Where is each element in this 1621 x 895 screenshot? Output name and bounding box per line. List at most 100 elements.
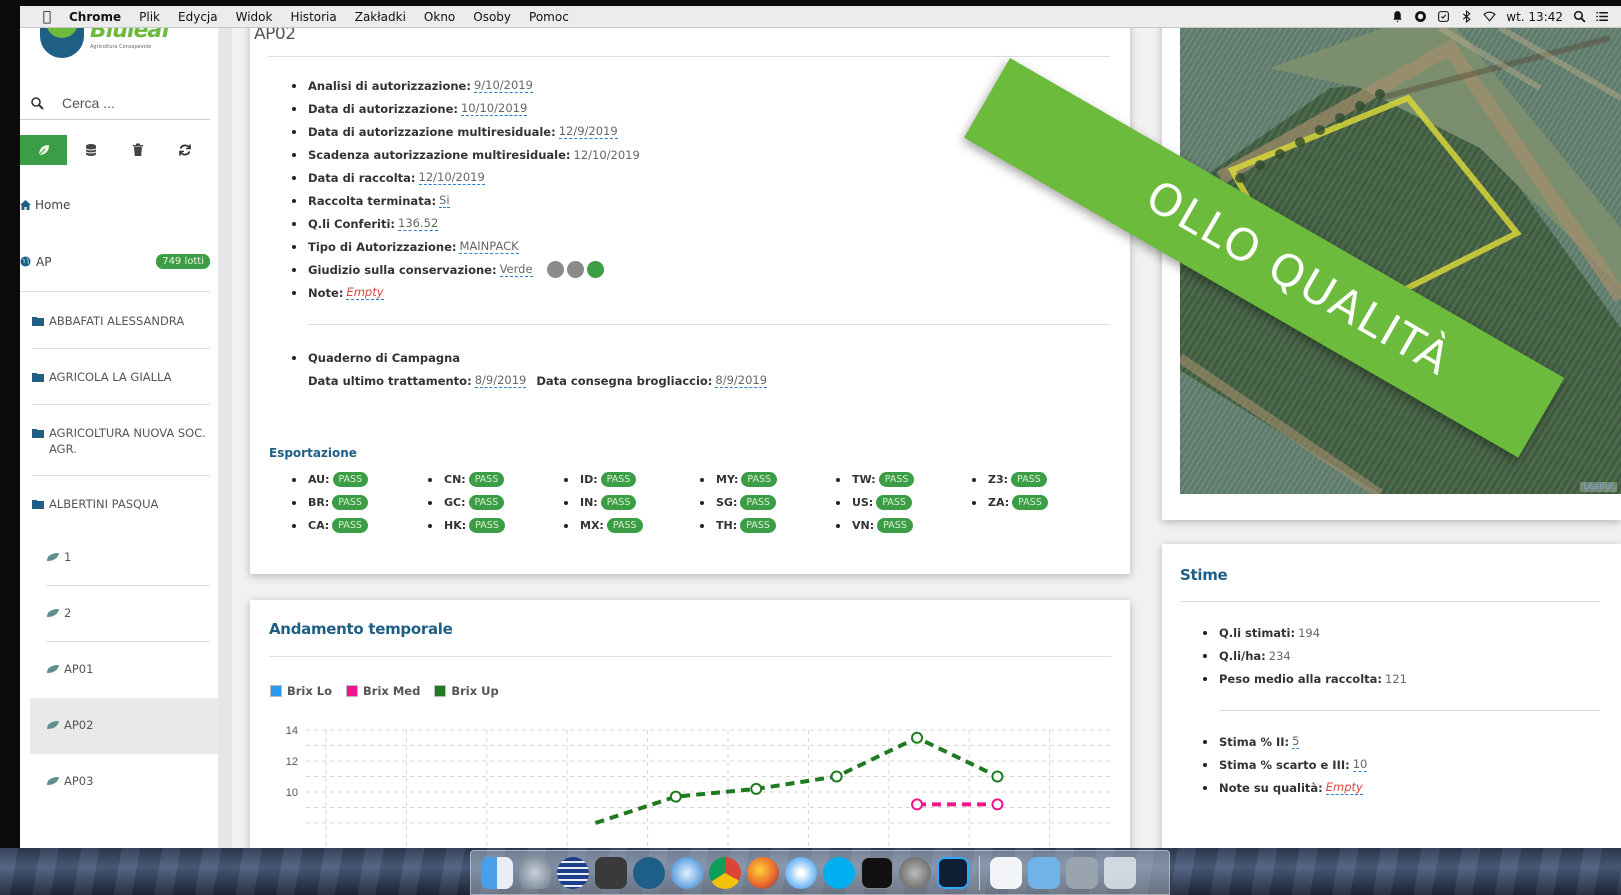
nav-ap[interactable]: AP 749 lotti — [20, 254, 210, 269]
system-preferences-icon[interactable] — [899, 856, 931, 889]
menu-chrome[interactable]: Chrome — [60, 10, 130, 24]
menu-zakladki[interactable]: Zakładki — [346, 10, 415, 24]
stime-title: Stime — [1180, 566, 1228, 584]
field-analisi: Analisi di autorizzazione: 9/10/2019 — [308, 74, 640, 97]
menu-historia[interactable]: Historia — [281, 10, 345, 24]
safari-icon[interactable] — [785, 856, 817, 889]
legend-brix-med[interactable]: Brix Med — [346, 684, 420, 698]
folder-stack-icon[interactable] — [1028, 856, 1060, 889]
wifi-icon[interactable] — [1483, 10, 1496, 23]
editable-value[interactable]: Empty — [1325, 780, 1363, 795]
legend-swatch — [270, 685, 282, 697]
menu-plik[interactable]: Plik — [130, 10, 169, 24]
sourcetree-icon[interactable] — [633, 856, 665, 889]
lot-label: AP02 — [64, 718, 94, 732]
editable-value[interactable]: 5 — [1292, 734, 1300, 749]
map-attribution[interactable]: Leaflet — [1580, 482, 1617, 492]
thunderbird-icon[interactable] — [671, 856, 703, 889]
editable-value[interactable]: 9/10/2019 — [473, 78, 533, 93]
database-tab-button[interactable] — [67, 135, 114, 165]
folder-agricoltura-nuova[interactable]: AGRICOLTURA NUOVA SOC. AGR. — [32, 425, 212, 457]
editable-value[interactable]: MAINPACK — [459, 239, 519, 254]
trash-tab-button[interactable] — [114, 135, 161, 165]
status-dot-green — [586, 261, 604, 278]
stima-scarto: Stima % scarto e III: 10 — [1219, 753, 1368, 776]
photoshop-icon[interactable] — [937, 856, 969, 889]
sidebar: Bluleaf Agricoltura Consapevole Cerca ..… — [20, 28, 232, 848]
last-treatment-value[interactable]: 8/9/2019 — [474, 373, 527, 388]
divider — [308, 324, 1110, 325]
chart-title: Andamento temporale — [269, 620, 453, 638]
creative-cloud-icon[interactable] — [1414, 10, 1427, 23]
menu-okno[interactable]: Okno — [415, 10, 464, 24]
divider — [46, 641, 210, 642]
divider — [268, 56, 1110, 57]
lot-ap02[interactable]: AP02 — [46, 718, 93, 732]
divider — [32, 475, 210, 476]
logo[interactable]: Bluleaf Agricoltura Consapevole — [40, 28, 190, 58]
editable-value[interactable]: Verde — [499, 262, 533, 277]
divider — [1219, 710, 1600, 711]
field-autorizzazione-multiresiduale: Data di autorizzazione multiresiduale: 12… — [308, 120, 640, 143]
search-input[interactable] — [62, 94, 202, 111]
bluetooth-icon[interactable] — [1460, 10, 1473, 23]
editable-value[interactable]: Empty — [346, 285, 384, 300]
menu-osoby[interactable]: Osoby — [464, 10, 520, 24]
folder-icon — [32, 429, 44, 438]
lot-1[interactable]: 1 — [46, 550, 71, 564]
clock[interactable]: wt. 13:42 — [1506, 10, 1563, 24]
delivery-value[interactable]: 8/9/2019 — [715, 373, 768, 388]
stime-list-1: Q.li stimati: 194 Q.li/ha: 234 Peso medio … — [1219, 621, 1407, 690]
export-item-au: AU: PASS — [308, 472, 369, 487]
editable-value[interactable]: 10 — [1352, 757, 1368, 772]
export-item-id: ID: PASS — [580, 472, 637, 487]
stack-icon[interactable] — [557, 856, 589, 889]
chart-legend: Brix Lo Brix Med Brix Up — [270, 684, 499, 698]
document-icon[interactable] — [990, 856, 1022, 889]
legend-brix-up[interactable]: Brix Up — [434, 684, 499, 698]
folder-agricola-la-gialla[interactable]: AGRICOLA LA GIALLA — [32, 369, 212, 385]
skype-icon[interactable] — [823, 856, 855, 889]
field-raccolta-terminata: Raccolta terminata: Si — [308, 189, 640, 212]
trash-icon[interactable] — [1104, 856, 1136, 889]
lot-ap03[interactable]: AP03 — [46, 774, 93, 788]
spotlight-icon[interactable] — [1573, 10, 1586, 23]
sync-icon[interactable] — [1437, 10, 1450, 23]
notification-icon[interactable] — [1391, 10, 1404, 23]
menu-edycja[interactable]: Edycja — [169, 10, 227, 24]
lot-2[interactable]: 2 — [46, 606, 71, 620]
logo-brand: Bluleaf — [90, 28, 171, 43]
lot-ap01[interactable]: AP01 — [46, 662, 93, 676]
pass-badge: PASS — [468, 495, 505, 510]
finder-icon[interactable] — [481, 856, 513, 889]
folder-albertini-pasqua[interactable]: ALBERTINI PASQUA — [32, 496, 212, 512]
field-note: Note: Empty — [308, 281, 640, 304]
launchpad-icon[interactable] — [519, 856, 551, 889]
editable-value[interactable]: Si — [439, 193, 450, 208]
chrome-icon[interactable] — [709, 856, 741, 889]
menu-pomoc[interactable]: Pomoc — [520, 10, 578, 24]
notification-center-icon[interactable] — [1596, 10, 1609, 23]
readonly-value: 12/10/2019 — [573, 147, 640, 162]
apple-icon[interactable]:  — [34, 9, 60, 25]
firefox-icon[interactable] — [747, 856, 779, 889]
editable-value[interactable]: 136.52 — [398, 216, 439, 231]
downloads-icon[interactable] — [1066, 856, 1098, 889]
editable-value[interactable]: 12/9/2019 — [558, 124, 618, 139]
export-item-in: IN: PASS — [580, 495, 637, 510]
editable-value[interactable]: 10/10/2019 — [460, 101, 528, 116]
sublime-text-icon[interactable] — [595, 856, 627, 889]
menu-widok[interactable]: Widok — [227, 10, 282, 24]
pass-badge: PASS — [1012, 495, 1048, 510]
terminal-icon[interactable] — [861, 856, 893, 889]
folder-abbafati[interactable]: ABBAFATI ALESSANDRA — [32, 313, 212, 329]
leaf-tab-button[interactable] — [20, 135, 67, 165]
legend-brix-lo[interactable]: Brix Lo — [270, 684, 332, 698]
dock-divider — [979, 855, 980, 890]
field-tipo-autorizzazione: Tipo di Autorizzazione: MAINPACK — [308, 235, 640, 258]
folder-icon — [32, 317, 44, 326]
refresh-tab-button[interactable] — [161, 135, 208, 165]
editable-value[interactable]: 12/10/2019 — [418, 170, 485, 185]
folder-icon — [32, 373, 44, 382]
nav-home[interactable]: Home — [20, 198, 70, 212]
